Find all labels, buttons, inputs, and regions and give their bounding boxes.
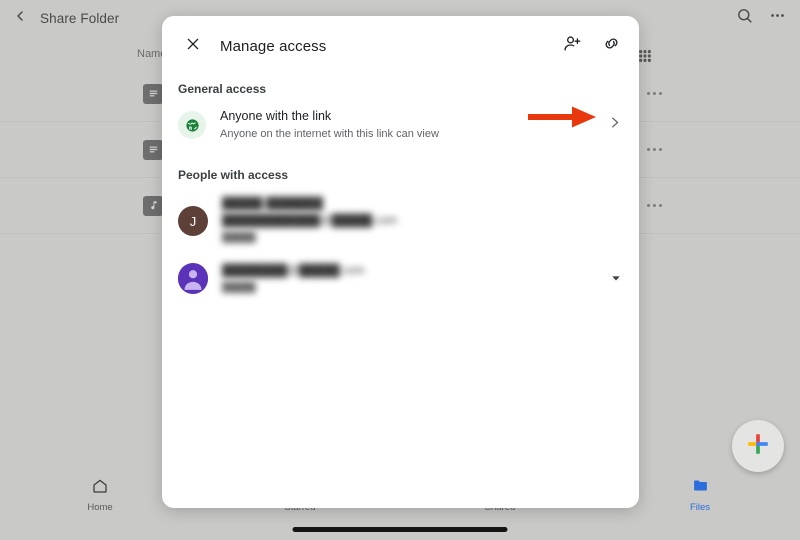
audio-file-icon — [143, 195, 163, 216]
nav-label-files: Files — [689, 502, 711, 513]
globe-icon — [178, 111, 206, 139]
folder-icon — [692, 477, 709, 499]
close-button[interactable] — [176, 29, 210, 63]
dialog-title: Manage access — [220, 37, 327, 55]
person-email: ████████@█████.com — [222, 264, 365, 277]
person-role: █████ — [222, 281, 256, 293]
general-access-text: Anyone with the link Anyone on the inter… — [220, 108, 439, 142]
person-role-dropdown[interactable] — [607, 270, 625, 288]
chevron-right-icon — [607, 115, 622, 135]
back-button[interactable] — [0, 0, 40, 36]
person-details: ████████@█████.com █████ — [222, 264, 365, 295]
home-icon — [92, 478, 108, 499]
avatar — [178, 262, 208, 296]
close-icon — [185, 36, 201, 57]
avatar: J — [178, 206, 208, 236]
manage-access-dialog: Manage access General access Anyone with… — [162, 16, 639, 508]
general-access-chevron-button[interactable] — [603, 114, 625, 136]
add-person-icon[interactable] — [563, 34, 582, 58]
general-access-row[interactable]: Anyone with the link Anyone on the inter… — [162, 104, 639, 152]
dialog-header: Manage access — [162, 16, 639, 76]
general-access-section-label: General access — [178, 82, 267, 96]
person-details: █████ ███████ ████████████@█████.com ███… — [222, 197, 397, 245]
app-root: Share Folder Name Home Files Manage acce… — [0, 0, 800, 540]
dialog-header-actions — [563, 34, 621, 58]
general-access-title: Anyone with the link — [220, 109, 332, 123]
document-file-icon — [143, 139, 163, 160]
person-email: ████████████@█████.com — [222, 215, 398, 227]
person-role: █████ — [222, 232, 256, 243]
background-page-title: Share Folder — [40, 10, 120, 26]
more-vertical-icon[interactable] — [647, 204, 662, 207]
list-item[interactable]: J █████ ███████ ████████████@█████.com █… — [162, 190, 639, 252]
chevron-left-icon — [12, 8, 28, 29]
more-vertical-icon[interactable] — [647, 92, 662, 95]
list-item[interactable]: ████████@█████.com █████ — [162, 252, 639, 306]
nav-label-home: Home — [87, 501, 113, 513]
search-icon[interactable] — [736, 7, 753, 29]
create-new-fab-button[interactable] — [732, 420, 784, 472]
person-name: █████ ███████ — [222, 198, 323, 210]
plus-icon — [745, 431, 771, 462]
person-silhouette-icon — [178, 262, 208, 296]
caret-down-icon — [611, 270, 621, 288]
general-access-subtitle: Anyone on the internet with this link ca… — [220, 128, 439, 140]
more-vertical-icon[interactable] — [647, 148, 662, 151]
home-indicator — [292, 527, 508, 532]
more-vertical-icon[interactable] — [769, 7, 786, 29]
people-with-access-section-label: People with access — [178, 168, 289, 182]
background-topbar-actions — [736, 7, 800, 29]
copy-link-icon[interactable] — [602, 34, 621, 58]
avatar-initial: J — [189, 213, 197, 229]
document-file-icon — [143, 83, 163, 104]
